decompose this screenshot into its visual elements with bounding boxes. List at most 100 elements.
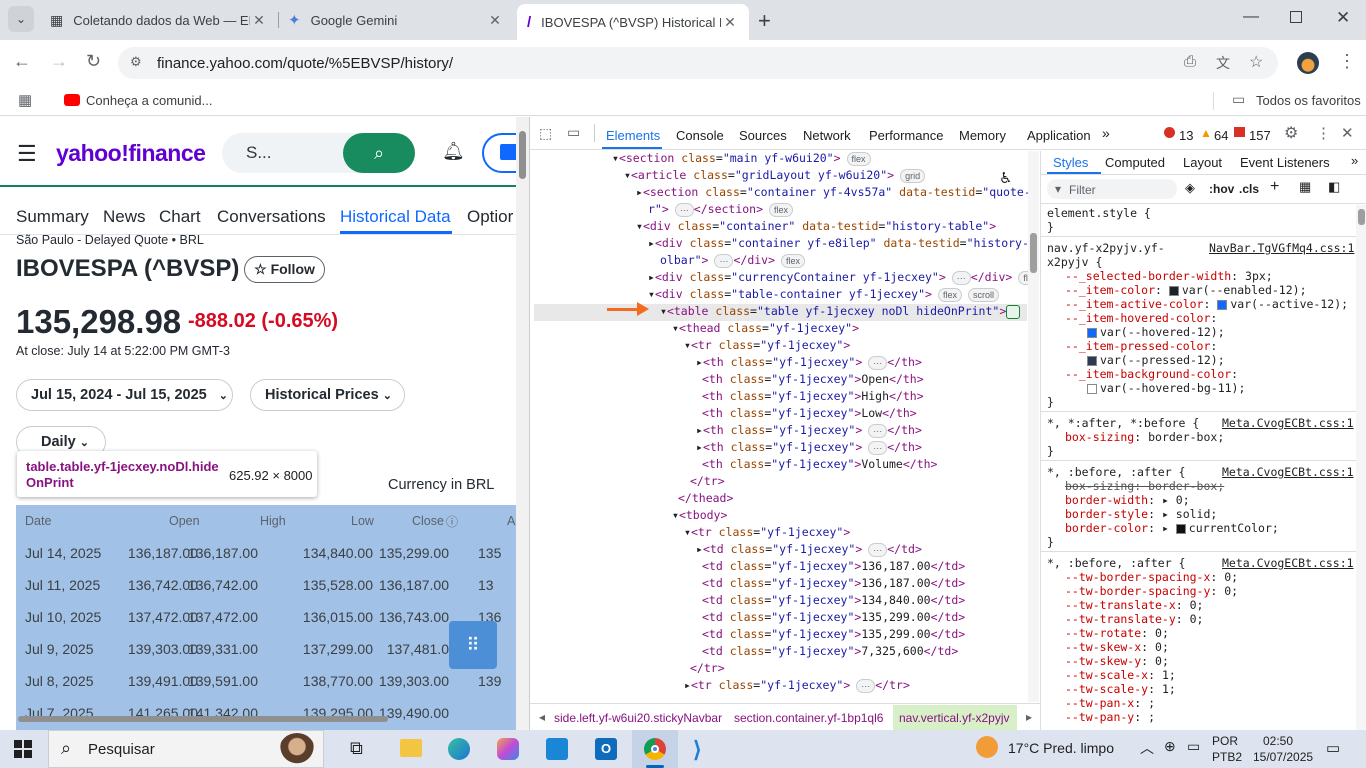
hamburger-icon[interactable]: ☰: [17, 141, 37, 167]
dom-line[interactable]: ▾<tr class="yf-1jecxey">: [684, 525, 850, 539]
dom-line[interactable]: ▸<div class="currencyContainer yf-1jecxe…: [648, 270, 1039, 285]
network-icon[interactable]: ▭: [1187, 738, 1200, 755]
sidebar-toggle-icon[interactable]: ◧: [1328, 179, 1340, 195]
minimize-button[interactable]: —: [1243, 8, 1259, 26]
kebab-icon[interactable]: ⋮: [1316, 124, 1331, 142]
restore-button[interactable]: [1290, 11, 1302, 23]
inspect-icon[interactable]: ⬚: [539, 125, 552, 142]
device-toggle-icon[interactable]: ▭: [567, 124, 580, 141]
styles-filter-input[interactable]: ▾ Filter: [1047, 179, 1177, 199]
dom-line[interactable]: ▾<div class="table-container yf-1jecxey"…: [648, 287, 999, 302]
dom-line[interactable]: ▾<article class="gridLayout yf-w6ui20"> g…: [624, 168, 926, 183]
dom-line[interactable]: ▸<th class="yf-1jecxey"> ··· </th>: [696, 440, 922, 455]
menu-icon[interactable]: ⋮: [1338, 51, 1356, 72]
dom-line[interactable]: <th class="yf-1jecxey">Low</th>: [702, 406, 917, 420]
dom-line[interactable]: ▾<div class="container" data-testid="his…: [636, 219, 996, 233]
address-bar[interactable]: ⚙ finance.yahoo.com/quote/%5EBVSP/histor…: [118, 47, 1278, 79]
computed-toggle-icon[interactable]: ▦: [1299, 179, 1311, 195]
hov-button[interactable]: :hov: [1209, 182, 1234, 196]
yahoo-finance-logo[interactable]: yahoo!finance: [56, 140, 206, 167]
all-bookmarks[interactable]: Todos os favoritos: [1256, 93, 1361, 108]
dom-line[interactable]: <td class="yf-1jecxey">136,187.00</td>: [702, 559, 965, 573]
nav-conversations[interactable]: Conversations: [217, 207, 326, 227]
copilot-icon[interactable]: [497, 738, 519, 760]
tab-event-listeners[interactable]: Event Listeners: [1240, 155, 1330, 170]
dom-line[interactable]: <td class="yf-1jecxey">136,187.00</td>: [702, 576, 965, 590]
apps-icon[interactable]: ▦: [18, 91, 32, 109]
cls-button[interactable]: .cls: [1239, 182, 1259, 196]
bookmark-star-icon[interactable]: ☆: [1249, 52, 1263, 72]
devtools-tab-elements[interactable]: Elements: [606, 128, 660, 143]
dom-line[interactable]: <td class="yf-1jecxey">135,299.00</td>: [702, 627, 965, 641]
dom-line-selected[interactable]: ▾<table class="table yf-1jecxey noDl hid…: [660, 304, 1006, 318]
historical-prices-dropdown[interactable]: Historical Prices ⌄: [250, 379, 405, 411]
tab-computed[interactable]: Computed: [1105, 155, 1165, 170]
dom-line[interactable]: ▾<thead class="yf-1jecxey">: [672, 321, 859, 335]
floating-grid-button[interactable]: ⠿: [449, 621, 497, 669]
breadcrumb-item[interactable]: side.left.yf-w6ui20.stickyNavbar: [554, 711, 722, 725]
bookmark-item[interactable]: Conheça a comunid...: [86, 93, 212, 108]
tray-app-icon[interactable]: ⊕: [1164, 738, 1176, 755]
tab-layout[interactable]: Layout: [1183, 155, 1222, 170]
dom-line[interactable]: ▸<td class="yf-1jecxey"> ··· </td>: [696, 542, 922, 557]
more-tabs-icon[interactable]: »: [1102, 125, 1110, 141]
start-button[interactable]: [14, 740, 32, 758]
outlook-icon[interactable]: O: [595, 738, 617, 760]
reload-icon[interactable]: ↻: [86, 51, 101, 72]
date-range-picker[interactable]: Jul 15, 2024 - Jul 15, 2025 ⌄: [16, 379, 233, 411]
page-scrollbar[interactable]: [516, 117, 529, 730]
tab-styles[interactable]: Styles: [1053, 155, 1088, 170]
forward-icon[interactable]: →: [50, 51, 68, 72]
horizontal-scrollbar[interactable]: [0, 713, 516, 723]
translate-icon[interactable]: 文: [1216, 53, 1230, 73]
edge-icon[interactable]: [448, 738, 470, 760]
weather-text[interactable]: 17°C Pred. limpo: [1008, 740, 1114, 756]
nav-historical-data[interactable]: Historical Data: [340, 207, 451, 227]
tab-search-button[interactable]: ⌄: [8, 6, 34, 32]
devtools-tab-console[interactable]: Console: [676, 128, 724, 143]
dom-line[interactable]: <td class="yf-1jecxey">134,840.00</td>: [702, 593, 965, 607]
follow-button[interactable]: ☆ Follow: [244, 256, 325, 283]
notifications-icon[interactable]: ▭: [1326, 739, 1340, 757]
devtools-tab-performance[interactable]: Performance: [869, 128, 943, 143]
install-icon[interactable]: ⎙: [1184, 53, 1196, 70]
dom-line[interactable]: <td class="yf-1jecxey">135,299.00</td>: [702, 610, 965, 624]
browser-tab-1[interactable]: ▦ Coletando dados da Web — EB ✕: [40, 0, 278, 40]
css-source-link[interactable]: Meta.CvogECBt.css:1: [1222, 465, 1354, 479]
dom-line[interactable]: <th class="yf-1jecxey">High</th>: [702, 389, 924, 403]
dom-line[interactable]: ▸<div class="container yf-e8ilep" data-t…: [648, 236, 1039, 250]
file-explorer-icon[interactable]: [400, 739, 422, 757]
dom-line[interactable]: <td class="yf-1jecxey">7,325,600</td>: [702, 644, 958, 658]
css-source-link[interactable]: Meta.CvogECBt.css:1: [1222, 556, 1354, 570]
nav-options[interactable]: Optior: [467, 207, 513, 227]
error-count[interactable]: 13: [1179, 128, 1193, 143]
vscode-icon[interactable]: ⟩: [693, 737, 702, 763]
tray-chevron-icon[interactable]: ︿: [1140, 738, 1154, 758]
breadcrumb-forward-icon[interactable]: ▸: [1026, 710, 1032, 724]
nav-summary[interactable]: Summary: [16, 207, 89, 227]
dom-line[interactable]: ▸<th class="yf-1jecxey"> ··· </th>: [696, 355, 922, 370]
close-tab-icon[interactable]: ✕: [250, 12, 268, 29]
back-icon[interactable]: ←: [13, 51, 31, 72]
dom-line[interactable]: <th class="yf-1jecxey">Open</th>: [702, 372, 924, 386]
devtools-tab-sources[interactable]: Sources: [739, 128, 787, 143]
task-view-icon[interactable]: ⧉: [350, 738, 363, 759]
styles-scrollbar[interactable]: [1356, 205, 1366, 730]
dom-line[interactable]: ▸<section class="container yf-4vs57a" da…: [636, 185, 1039, 199]
breadcrumb-item[interactable]: section.container.yf-1bp1ql6: [734, 711, 883, 725]
devtools-tab-network[interactable]: Network: [803, 128, 851, 143]
store-icon[interactable]: [546, 738, 568, 760]
search-input[interactable]: S...: [222, 133, 362, 173]
close-tab-icon[interactable]: ✕: [721, 14, 739, 31]
site-info-icon[interactable]: ⚙: [130, 54, 142, 70]
dom-line[interactable]: ▾<section class="main yf-w6ui20"> flex: [612, 151, 871, 166]
css-source-link[interactable]: Meta.CvogECBt.css:1: [1222, 416, 1354, 430]
nav-chart[interactable]: Chart: [159, 207, 201, 227]
profile-avatar[interactable]: [1297, 52, 1319, 74]
search-button[interactable]: ⌕: [343, 133, 415, 173]
add-rule-icon[interactable]: +: [1270, 178, 1279, 196]
browser-tab-2[interactable]: ✦ Google Gemini ✕: [278, 0, 514, 40]
language-line1[interactable]: POR: [1212, 734, 1238, 748]
warning-count[interactable]: 64: [1214, 128, 1228, 143]
dom-line[interactable]: ▸<tr class="yf-1jecxey"> ··· </tr>: [684, 678, 910, 693]
